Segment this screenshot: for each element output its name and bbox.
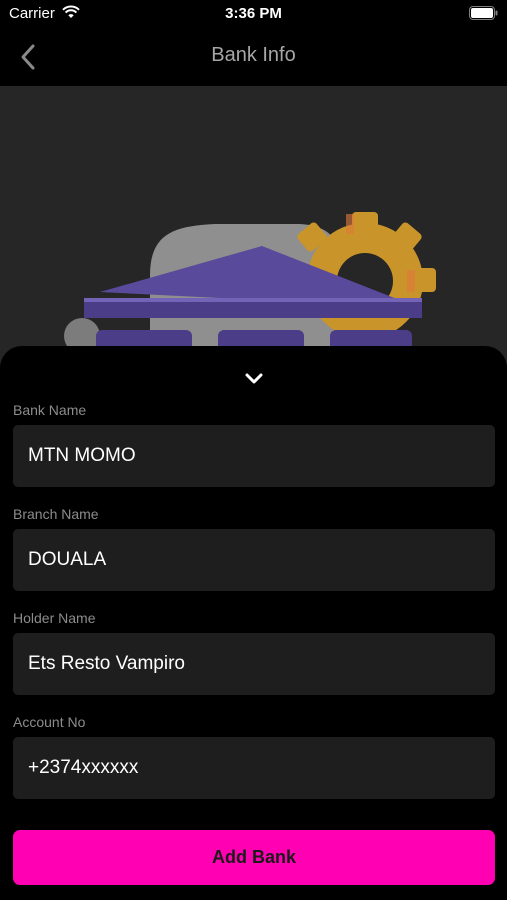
hero-banner <box>0 86 507 366</box>
chevron-down-icon[interactable] <box>238 364 270 392</box>
account-no-label: Account No <box>13 714 86 730</box>
status-bar: Carrier 3:36 PM <box>0 0 507 28</box>
holder-name-field[interactable] <box>13 633 495 695</box>
add-bank-button[interactable]: Add Bank <box>13 830 495 885</box>
navigation-bar: Bank Info <box>0 28 507 86</box>
battery-icon <box>469 6 498 20</box>
bank-name-label: Bank Name <box>13 402 87 418</box>
status-time: 3:36 PM <box>225 5 282 22</box>
bank-building-with-gear-icon <box>64 212 436 366</box>
page-title: Bank Info <box>211 44 296 66</box>
account-no-field[interactable] <box>13 737 495 799</box>
branch-name-label: Branch Name <box>13 506 99 522</box>
holder-name-label: Holder Name <box>13 610 96 626</box>
bank-name-field[interactable] <box>13 425 495 487</box>
branch-name-field[interactable] <box>13 529 495 591</box>
bank-form-sheet: Bank Name Branch Name Holder Name Accoun… <box>0 346 507 900</box>
